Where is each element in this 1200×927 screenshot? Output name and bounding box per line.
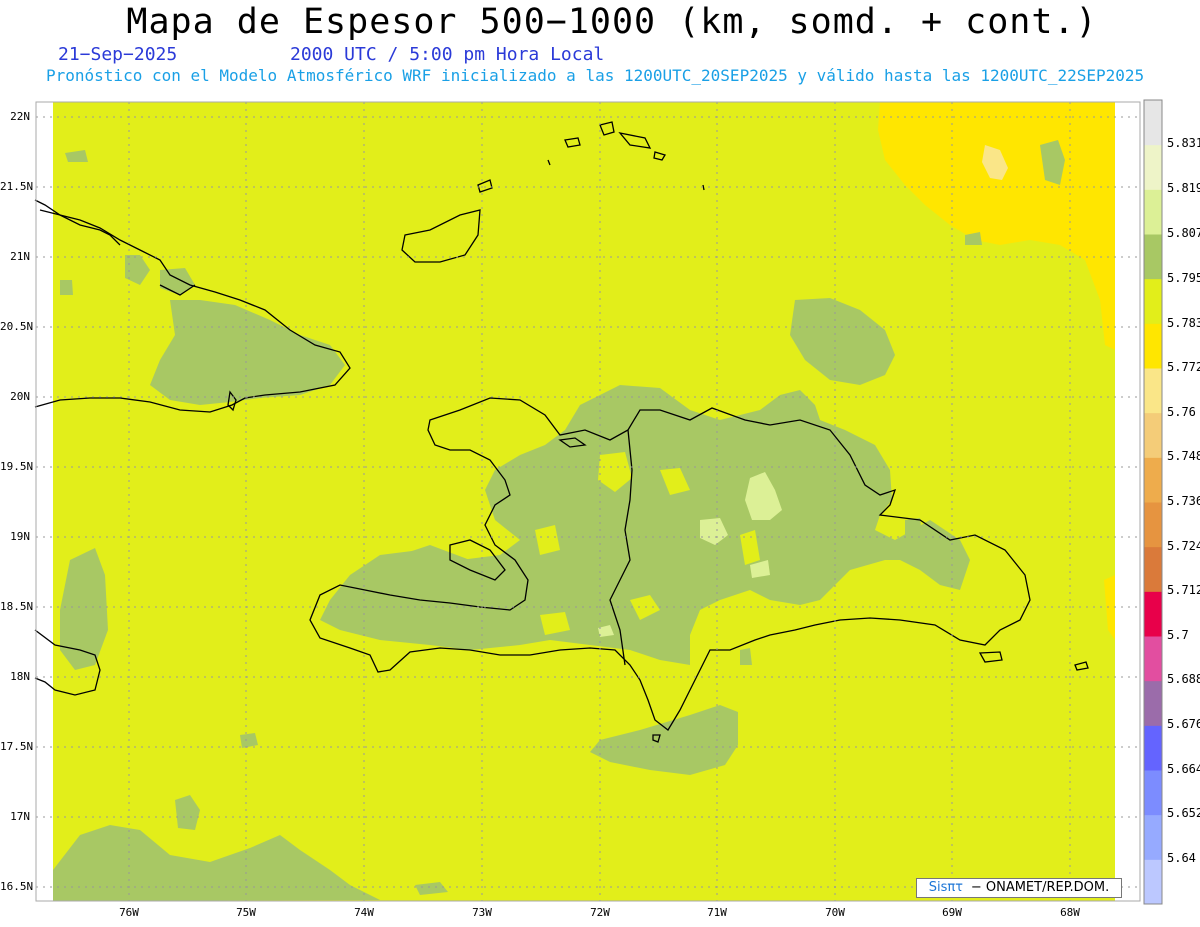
colorbar-label: 5.807 (1167, 226, 1200, 240)
colorbar-swatch (1144, 368, 1162, 414)
lat-label: 19N (10, 530, 30, 543)
colorbar-label: 5.652 (1167, 806, 1200, 820)
lat-label: 20N (10, 390, 30, 403)
lon-label: 71W (707, 906, 727, 919)
colorbar-label: 5.819 (1167, 181, 1200, 195)
lon-label: 72W (590, 906, 610, 919)
colorbar-swatch (1144, 546, 1162, 592)
lat-label: 22N (10, 110, 30, 123)
colorbar-swatch (1144, 680, 1162, 726)
colorbar-swatch (1144, 502, 1162, 548)
colorbar-label: 5.831 (1167, 136, 1200, 150)
colorbar-swatch (1144, 278, 1162, 324)
colorbar-swatch (1144, 636, 1162, 682)
lat-label: 18N (10, 670, 30, 683)
colorbar (1143, 99, 1163, 905)
colorbar-swatch (1144, 234, 1162, 280)
thickness-map (34, 99, 1163, 905)
colorbar-label: 5.772 (1167, 360, 1200, 374)
lat-label: 21N (10, 250, 30, 263)
lon-label: 68W (1060, 906, 1080, 919)
colorbar-swatch (1144, 323, 1162, 369)
credit-box: Sisπτ − ONAMET/REP.DOM. (916, 878, 1122, 898)
colorbar-label: 5.736 (1167, 494, 1200, 508)
colorbar-label: 5.724 (1167, 539, 1200, 553)
colorbar-swatch (1144, 100, 1162, 146)
lon-label: 75W (236, 906, 256, 919)
lon-label: 70W (825, 906, 845, 919)
colorbar-label: 5.783 (1167, 316, 1200, 330)
lon-label: 76W (119, 906, 139, 919)
lon-label: 73W (472, 906, 492, 919)
lat-label: 17N (10, 810, 30, 823)
lat-label: 16.5N (0, 880, 34, 893)
lat-label: 19.5N (0, 460, 34, 473)
colorbar-swatch (1144, 412, 1162, 458)
colorbar-swatch (1144, 814, 1162, 860)
lon-label: 69W (942, 906, 962, 919)
colorbar-label: 5.664 (1167, 762, 1200, 776)
colorbar-label: 5.7 (1167, 628, 1189, 642)
colorbar-swatch (1144, 591, 1162, 637)
lat-label: 20.5N (0, 320, 34, 333)
colorbar-swatch (1144, 457, 1162, 503)
colorbar-label: 5.64 (1167, 851, 1196, 865)
lat-label: 18.5N (0, 600, 34, 613)
credit-org: − ONAMET/REP.DOM. (970, 880, 1110, 895)
colorbar-label: 5.748 (1167, 449, 1200, 463)
lon-label: 74W (354, 906, 374, 919)
lat-label: 21.5N (0, 180, 34, 193)
colorbar-label: 5.688 (1167, 672, 1200, 686)
colorbar-label: 5.76 (1167, 405, 1196, 419)
colorbar-swatch (1144, 770, 1162, 816)
colorbar-swatch (1144, 144, 1162, 190)
colorbar-swatch (1144, 725, 1162, 771)
lat-label: 17.5N (0, 740, 34, 753)
colorbar-label: 5.712 (1167, 583, 1200, 597)
colorbar-label: 5.676 (1167, 717, 1200, 731)
colorbar-label: 5.795 (1167, 271, 1200, 285)
colorbar-swatch (1144, 859, 1162, 905)
credit-brand: Sisπτ (928, 880, 964, 895)
colorbar-swatch (1144, 189, 1162, 235)
